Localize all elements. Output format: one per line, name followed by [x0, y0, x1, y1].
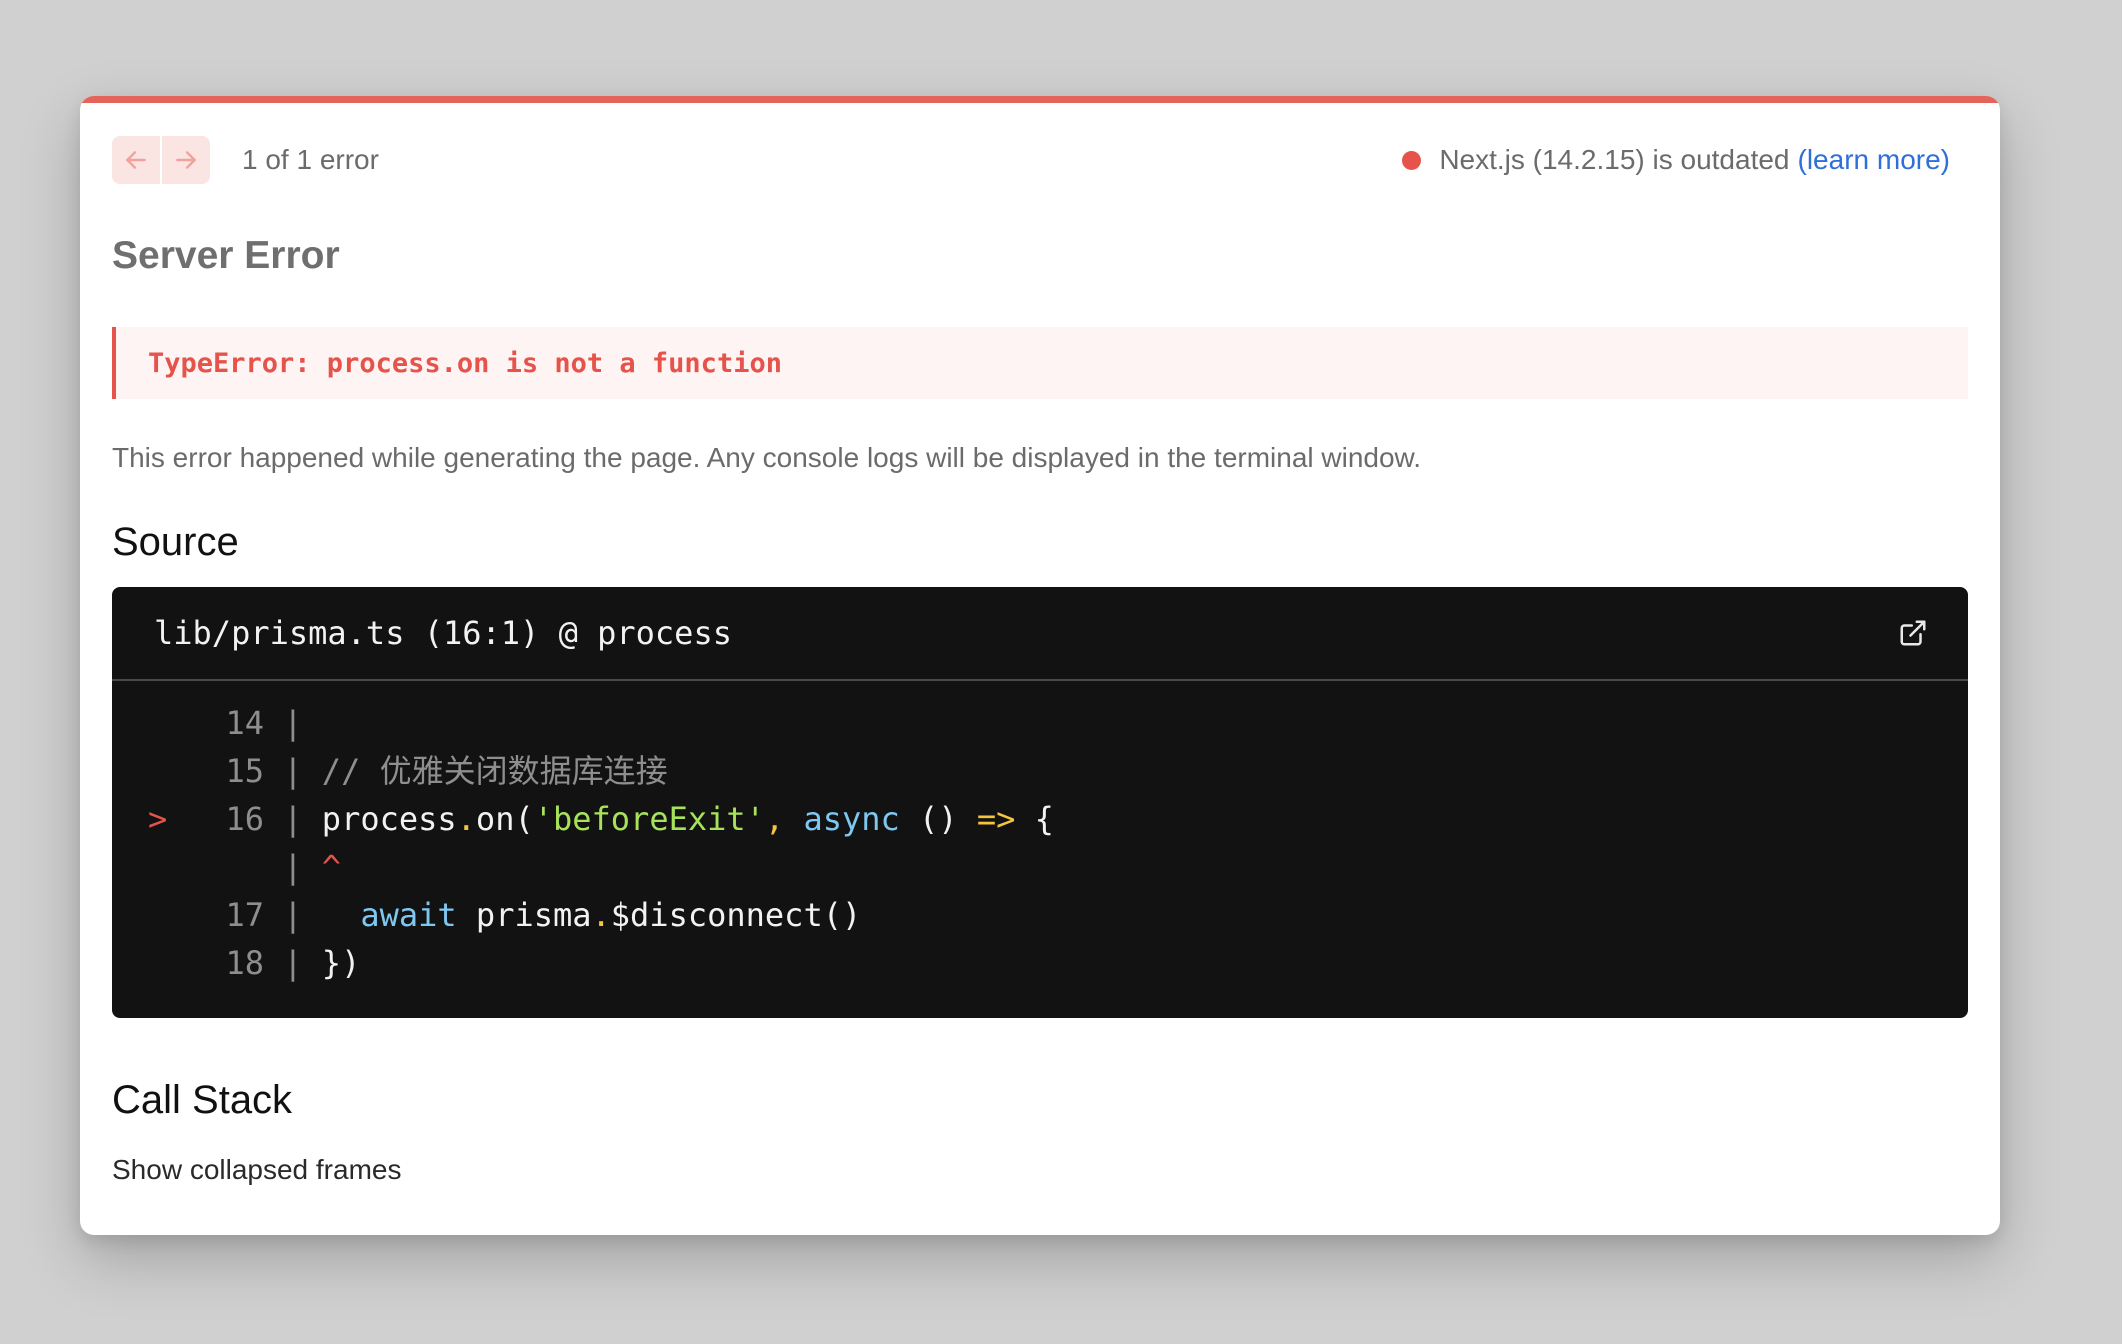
- arrow-right-icon: [176, 151, 196, 169]
- line-number: 15: [225, 752, 264, 790]
- version-text: Next.js (14.2.15) is outdated: [1439, 144, 1790, 175]
- error-overlay-dialog: 1 of 1 error Next.js (14.2.15) is outdat…: [80, 96, 2000, 1235]
- status-dot-icon: [1402, 150, 1422, 170]
- code-line: 15 | // 优雅关闭数据库连接: [148, 747, 1968, 795]
- error-description: This error happened while generating the…: [112, 442, 1422, 473]
- code-token: ,: [764, 800, 785, 838]
- code-line: 14 |: [148, 699, 1968, 747]
- code-token: .: [591, 896, 611, 934]
- gutter-separator: |: [264, 944, 322, 982]
- code-token: .: [456, 800, 476, 838]
- code-token: async: [803, 800, 900, 838]
- code-token: {: [1015, 800, 1054, 838]
- error-counter: 1 of 1 error: [242, 144, 379, 175]
- error-line-marker: >: [148, 800, 168, 838]
- code-token: (): [899, 800, 977, 838]
- error-column-caret: ^: [321, 848, 342, 886]
- code-token: =>: [976, 800, 1016, 838]
- code-line: | ^: [148, 843, 1968, 891]
- line-number: 16: [225, 800, 264, 838]
- arrow-left-icon: [126, 151, 146, 169]
- line-number: 18: [225, 944, 264, 982]
- code-frame-header: lib/prisma.ts (16:1) @ process: [112, 587, 1968, 681]
- version-info: Next.js (14.2.15) is outdated (learn mor…: [1402, 141, 1950, 179]
- gutter-separator: |: [264, 704, 322, 742]
- line-number: 17: [225, 896, 264, 934]
- code-token: 'beforeExit': [533, 800, 765, 838]
- code-token: prisma: [456, 896, 592, 934]
- code-token: $disconnect(): [610, 896, 862, 934]
- code-line: 17 | await prisma.$disconnect(): [148, 891, 1968, 939]
- code-token: process: [321, 800, 457, 838]
- gutter-separator: |: [264, 848, 322, 886]
- error-message-box: TypeError: process.on is not a function: [112, 327, 1968, 399]
- code-token: on(: [475, 800, 534, 838]
- show-collapsed-frames-button[interactable]: Show collapsed frames: [112, 1151, 401, 1189]
- learn-more-link[interactable]: (learn more): [1798, 141, 1950, 179]
- gutter-separator: |: [264, 800, 322, 838]
- gutter-separator: |: [264, 896, 322, 934]
- external-link-icon[interactable]: [1898, 618, 1928, 648]
- code-token: await: [360, 896, 457, 934]
- code-lines: 14 | 15 | // 优雅关闭数据库连接 >16 | process.on('…: [112, 681, 1968, 987]
- call-stack-heading: Call Stack: [112, 1078, 293, 1122]
- previous-error-button[interactable]: [112, 136, 160, 184]
- gutter-separator: |: [264, 752, 322, 790]
- code-line: >16 | process.on('beforeExit', async () …: [148, 795, 1968, 843]
- page-title: Server Error: [112, 234, 340, 277]
- code-token: }): [321, 944, 361, 982]
- error-accent-bar: [80, 96, 2000, 103]
- error-message: TypeError: process.on is not a function: [148, 347, 782, 379]
- code-token: // 优雅关闭数据库连接: [321, 752, 668, 790]
- source-heading: Source: [112, 520, 239, 564]
- error-pagination: [112, 136, 210, 184]
- code-line: 18 | }): [148, 939, 1968, 987]
- line-number: 14: [225, 704, 264, 742]
- code-frame: lib/prisma.ts (16:1) @ process 14 | 15 |…: [112, 587, 1968, 1018]
- source-file-location[interactable]: lib/prisma.ts (16:1) @ process: [154, 613, 732, 653]
- next-error-button[interactable]: [160, 136, 210, 184]
